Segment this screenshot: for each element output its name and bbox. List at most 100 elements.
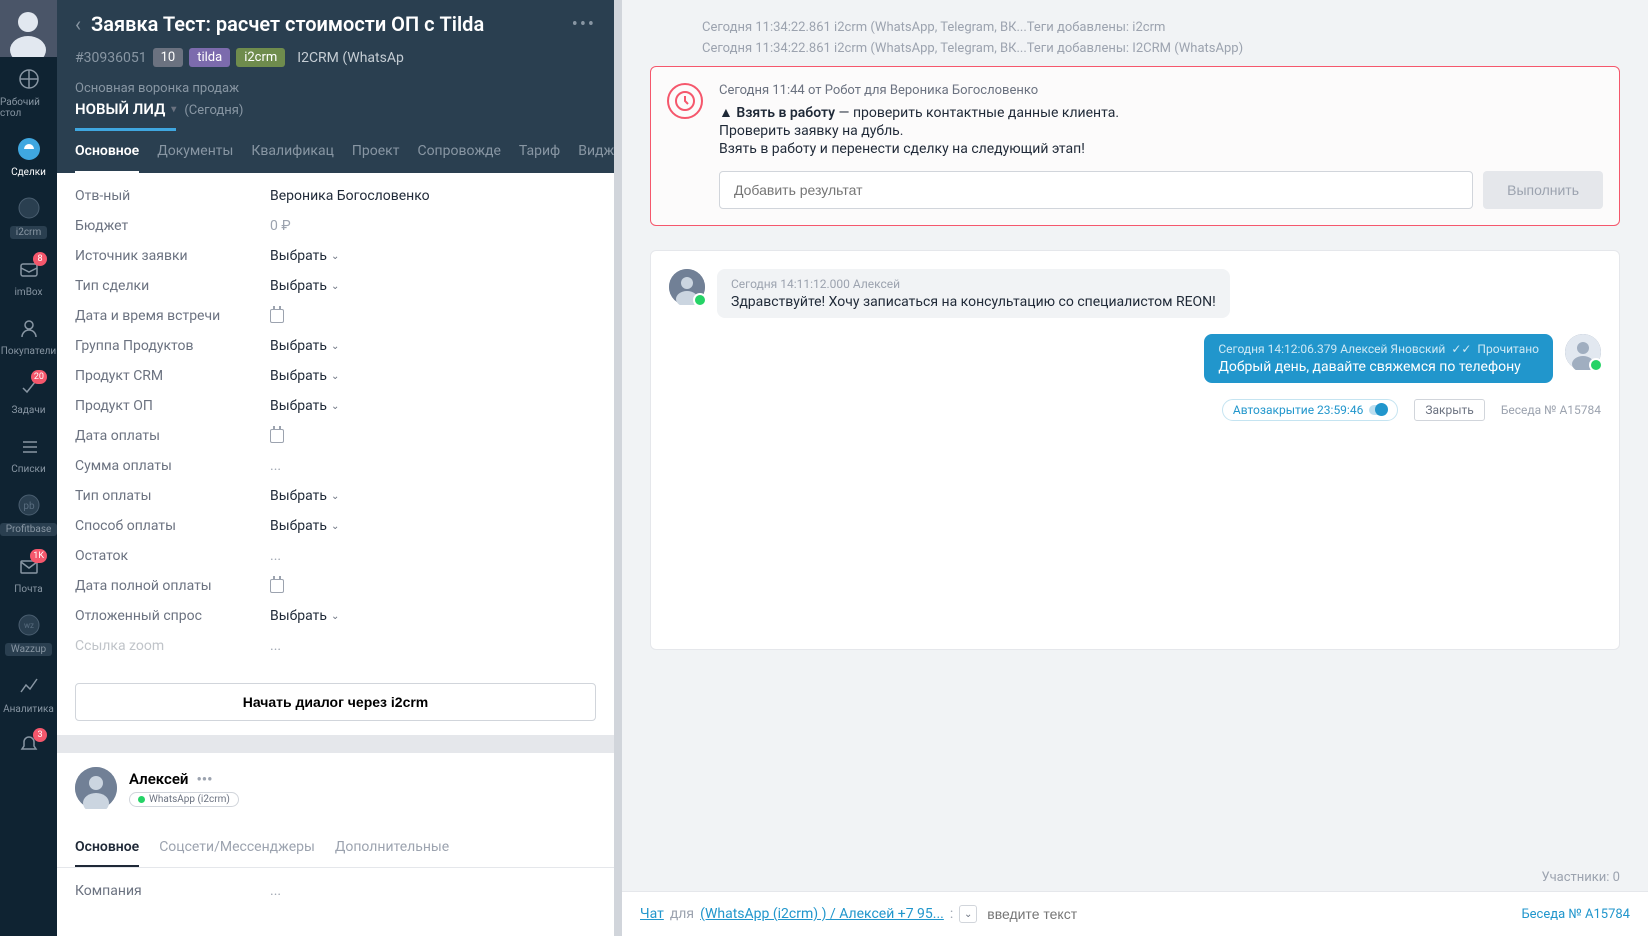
whatsapp-chip[interactable]: WhatsApp (i2crm) bbox=[129, 792, 239, 807]
field-label: Тип сделки bbox=[75, 278, 270, 294]
nav-i2crm[interactable]: i2crm bbox=[0, 186, 57, 247]
lead-source-select[interactable]: Выбрать⌄ bbox=[270, 248, 339, 264]
status-selector[interactable]: НОВЫЙ ЛИД ▾ bbox=[75, 100, 176, 131]
nav-sidebar: Рабочий стол Сделки i2crm 8 imBox Покупа… bbox=[0, 0, 57, 936]
deferred-demand-select[interactable]: Выбрать⌄ bbox=[270, 608, 339, 624]
chat-avatar[interactable] bbox=[1565, 334, 1601, 370]
tag[interactable]: 10 bbox=[153, 48, 184, 67]
nav-profitbase[interactable]: pb Profitbase bbox=[0, 483, 57, 544]
fields-section: Отв-ныйВероника Богословенко Бюджет0 ₽ И… bbox=[57, 173, 614, 669]
product-group-select[interactable]: Выбрать⌄ bbox=[270, 338, 339, 354]
chat-footer: Автозакрытие 23:59:46 Закрыть Беседа № A… bbox=[669, 399, 1601, 421]
tab-widgets[interactable]: Виджеты bbox=[578, 131, 614, 173]
subtab-main[interactable]: Основное bbox=[75, 829, 139, 867]
task-title: ▲ Взять в работу — проверить контактные … bbox=[719, 104, 1603, 121]
whatsapp-icon bbox=[138, 796, 145, 803]
balance-value[interactable]: ... bbox=[270, 548, 596, 564]
field-label: Продукт ОП bbox=[75, 398, 270, 414]
field-label: Отв-ный bbox=[75, 188, 270, 204]
tag[interactable]: tilda bbox=[189, 48, 230, 67]
nav-lists[interactable]: Списки bbox=[0, 424, 57, 483]
msg-text: Добрый день, давайте свяжемся по телефон… bbox=[1218, 359, 1539, 375]
field-label: Бюджет bbox=[75, 218, 270, 234]
conversation-link[interactable]: Беседа № A15784 bbox=[1521, 907, 1630, 922]
responsible-value[interactable]: Вероника Богословенко bbox=[270, 188, 596, 204]
payment-sum-value[interactable]: ... bbox=[270, 458, 596, 474]
calendar-icon[interactable] bbox=[270, 429, 284, 443]
back-button[interactable]: ‹ bbox=[75, 12, 81, 36]
whatsapp-icon bbox=[693, 293, 707, 307]
chevron-down-icon: ⌄ bbox=[331, 251, 339, 262]
product-op-select[interactable]: Выбрать⌄ bbox=[270, 398, 339, 414]
nav-analytics[interactable]: Аналитика bbox=[0, 664, 57, 723]
budget-value[interactable]: 0 ₽ bbox=[270, 218, 596, 234]
chat-mode-link[interactable]: Чат bbox=[640, 906, 664, 922]
payment-method-select[interactable]: Выбрать⌄ bbox=[270, 518, 339, 534]
log-entry: Сегодня 11:34:22.861 i2crm (WhatsApp, Te… bbox=[650, 20, 1620, 35]
tab-main[interactable]: Основное bbox=[75, 131, 139, 173]
message-input[interactable] bbox=[983, 902, 1515, 926]
profitbase-icon: pb bbox=[15, 491, 43, 519]
nav-notifications[interactable]: 3 bbox=[0, 723, 57, 771]
task-result-input[interactable] bbox=[719, 171, 1473, 209]
start-dialog-button[interactable]: Начать диалог через i2crm bbox=[75, 683, 596, 721]
chevron-down-icon: ⌄ bbox=[331, 341, 339, 352]
message-input-bar: Чат для (WhatsApp (i2crm) ) / Алексей +7… bbox=[622, 891, 1648, 936]
more-button[interactable]: ••• bbox=[572, 14, 596, 35]
zoom-link-value[interactable]: ... bbox=[270, 638, 596, 654]
deals-icon bbox=[15, 135, 43, 163]
channel-selector[interactable]: (WhatsApp (i2crm) ) / Алексей +7 95... bbox=[700, 906, 944, 922]
tag[interactable]: i2crm bbox=[236, 48, 285, 67]
tab-qualification[interactable]: Квалификац bbox=[251, 131, 334, 173]
task-execute-button[interactable]: Выполнить bbox=[1483, 171, 1603, 209]
chevron-down-icon: ⌄ bbox=[331, 371, 339, 382]
nav-desktop[interactable]: Рабочий стол bbox=[0, 57, 57, 127]
expand-channel-button[interactable]: ⌄ bbox=[959, 905, 977, 923]
nav-wazzup[interactable]: wz Wazzup bbox=[0, 603, 57, 664]
contact-more[interactable]: ••• bbox=[196, 770, 212, 788]
nav-mail[interactable]: 1K Почта bbox=[0, 544, 57, 603]
analytics-icon bbox=[15, 672, 43, 700]
deal-source: I2CRM (WhatsAp bbox=[297, 50, 404, 66]
subtab-social[interactable]: Соцсети/Мессенджеры bbox=[159, 829, 315, 867]
deal-type-select[interactable]: Выбрать⌄ bbox=[270, 278, 339, 294]
task-desc: Взять в работу и перенести сделку на сле… bbox=[719, 141, 1603, 157]
participants-count[interactable]: Участники: 0 bbox=[622, 864, 1648, 891]
field-label: Ссылка zoom bbox=[75, 638, 270, 654]
user-avatar[interactable] bbox=[0, 0, 57, 57]
tab-project[interactable]: Проект bbox=[352, 131, 400, 173]
nav-tasks[interactable]: 20 Задачи bbox=[0, 365, 57, 424]
deal-title[interactable]: Заявка Тест: расчет стоимости ОП с Tilda bbox=[91, 12, 572, 36]
chevron-down-icon: ⌄ bbox=[331, 401, 339, 412]
close-chat-button[interactable]: Закрыть bbox=[1414, 399, 1484, 421]
nav-imbox[interactable]: 8 imBox bbox=[0, 247, 57, 306]
chevron-down-icon: ⌄ bbox=[331, 281, 339, 292]
read-status-icon: ✓✓ bbox=[1451, 342, 1471, 356]
tab-support[interactable]: Сопровожде bbox=[417, 131, 500, 173]
tab-docs[interactable]: Документы bbox=[157, 131, 233, 173]
whatsapp-icon bbox=[1589, 358, 1603, 372]
tab-tariff[interactable]: Тариф bbox=[519, 131, 560, 173]
calendar-icon[interactable] bbox=[270, 579, 284, 593]
product-crm-select[interactable]: Выбрать⌄ bbox=[270, 368, 339, 384]
company-value[interactable]: ... bbox=[270, 883, 596, 899]
funnel-label: Основная воронка продаж bbox=[75, 81, 596, 96]
contact-name[interactable]: Алексей bbox=[129, 770, 188, 788]
contact-avatar[interactable] bbox=[75, 767, 117, 809]
calendar-icon[interactable] bbox=[270, 309, 284, 323]
autoclose-toggle[interactable]: Автозакрытие 23:59:46 bbox=[1222, 399, 1398, 421]
chat-message-out: Сегодня 14:12:06.379 Алексей Яновский ✓✓… bbox=[669, 334, 1601, 383]
badge: 8 bbox=[33, 252, 47, 266]
task-card: Сегодня 11:44 от Робот для Вероника Бого… bbox=[650, 66, 1620, 226]
deal-tabs: Основное Документы Квалификац Проект Соп… bbox=[57, 131, 614, 173]
field-label: Тип оплаты bbox=[75, 488, 270, 504]
subtab-extra[interactable]: Дополнительные bbox=[335, 829, 449, 867]
svg-text:wz: wz bbox=[24, 621, 34, 630]
toggle-icon bbox=[1369, 405, 1387, 415]
feed-panel: Сегодня 11:34:22.861 i2crm (WhatsApp, Te… bbox=[614, 0, 1648, 936]
badge: 3 bbox=[33, 728, 47, 742]
nav-deals[interactable]: Сделки bbox=[0, 127, 57, 186]
payment-type-select[interactable]: Выбрать⌄ bbox=[270, 488, 339, 504]
chat-avatar[interactable] bbox=[669, 269, 705, 305]
nav-buyers[interactable]: Покупатели bbox=[0, 306, 57, 365]
